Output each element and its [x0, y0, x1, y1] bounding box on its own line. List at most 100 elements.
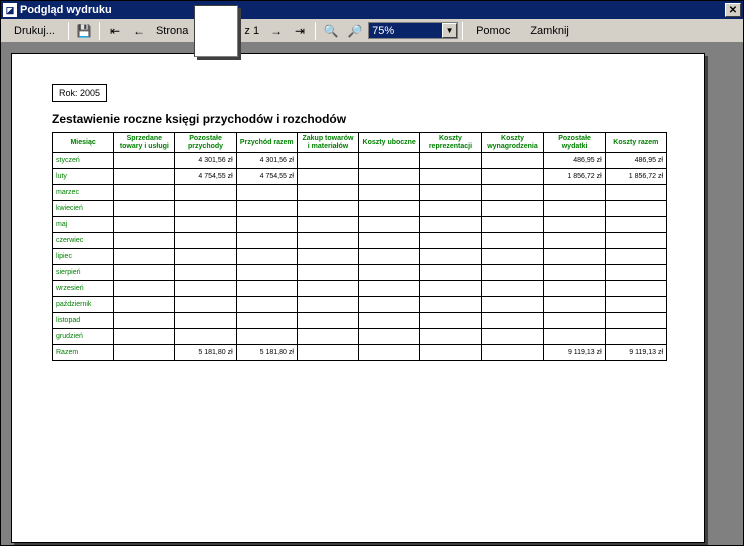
cell-value — [544, 281, 605, 297]
cell-value — [605, 201, 666, 217]
cell-value — [544, 201, 605, 217]
table-row: marzec — [53, 185, 667, 201]
cell-value — [236, 185, 297, 201]
cell-value — [420, 313, 481, 329]
print-button[interactable]: Drukuj... — [5, 22, 64, 40]
cell-value — [481, 249, 544, 265]
cell-value — [481, 217, 544, 233]
cell-value: 5 181,80 zł — [175, 345, 236, 361]
cell-value — [297, 233, 358, 249]
cell-value — [359, 201, 420, 217]
cell-value — [359, 345, 420, 361]
cell-value — [297, 185, 358, 201]
table-row: sierpień — [53, 265, 667, 281]
cell-value — [297, 345, 358, 361]
cell-value — [236, 201, 297, 217]
cell-value — [297, 329, 358, 345]
cell-value — [175, 185, 236, 201]
zoom-select[interactable]: 75% ▼ — [368, 22, 458, 39]
print-preview-window: ◪ Podgląd wydruku ✕ Drukuj... 💾 ⇤ ← Stro… — [0, 0, 744, 546]
zoom-in-icon[interactable]: 🔍 — [320, 21, 342, 41]
cell-month: luty — [53, 169, 114, 185]
cell-month: maj — [53, 217, 114, 233]
table-row: listopad — [53, 313, 667, 329]
cell-value — [544, 249, 605, 265]
table-row: maj — [53, 217, 667, 233]
cell-value — [297, 249, 358, 265]
cell-value — [359, 249, 420, 265]
cell-value — [420, 329, 481, 345]
table-row: październik — [53, 297, 667, 313]
cell-value — [605, 185, 666, 201]
last-page-icon[interactable]: ⇥ — [289, 21, 311, 41]
cell-value — [605, 233, 666, 249]
cell-month: lipiec — [53, 249, 114, 265]
cell-value — [175, 329, 236, 345]
cell-value — [481, 153, 544, 169]
cell-value — [481, 169, 544, 185]
col-month: Miesiąc — [53, 133, 114, 153]
cell-value: 486,95 zł — [605, 153, 666, 169]
col-other-exp: Pozostałe wydatki — [544, 133, 605, 153]
close-button[interactable]: ✕ — [725, 3, 741, 17]
cell-value — [297, 153, 358, 169]
cell-value — [420, 201, 481, 217]
cell-value: 1 856,72 zł — [544, 169, 605, 185]
table-row: styczeń4 301,56 zł4 301,56 zł486,95 zł48… — [53, 153, 667, 169]
cell-value — [114, 153, 175, 169]
cell-value — [481, 265, 544, 281]
cell-value — [359, 169, 420, 185]
page-label: Strona — [152, 25, 192, 37]
table-row: luty4 754,55 zł4 754,55 zł1 856,72 zł1 8… — [53, 169, 667, 185]
separator — [99, 22, 100, 40]
prev-page-icon[interactable]: ← — [128, 21, 150, 41]
cell-value — [481, 345, 544, 361]
page-input[interactable] — [194, 5, 238, 57]
cell-value — [236, 265, 297, 281]
cell-value — [481, 201, 544, 217]
cell-value — [114, 249, 175, 265]
app-icon: ◪ — [3, 3, 17, 17]
first-page-icon[interactable]: ⇤ — [104, 21, 126, 41]
cell-value — [420, 297, 481, 313]
zoom-out-icon[interactable]: 🔎 — [344, 21, 366, 41]
separator — [462, 22, 463, 40]
cell-value — [236, 249, 297, 265]
cell-value — [420, 169, 481, 185]
cell-month: październik — [53, 297, 114, 313]
save-icon[interactable]: 💾 — [73, 21, 95, 41]
preview-area[interactable]: Rok: 2005 Zestawienie roczne księgi przy… — [1, 43, 743, 545]
cell-value — [605, 281, 666, 297]
col-purchase: Zakup towarów i materiałów — [297, 133, 358, 153]
cell-value — [605, 217, 666, 233]
cell-value — [114, 265, 175, 281]
toolbar: Drukuj... 💾 ⇤ ← Strona z 1 → ⇥ 🔍 🔎 75% ▼… — [1, 19, 743, 43]
cell-value — [236, 329, 297, 345]
cell-value — [236, 233, 297, 249]
table-row: czerwiec — [53, 233, 667, 249]
cell-value — [481, 329, 544, 345]
cell-value — [175, 233, 236, 249]
help-button[interactable]: Pomoc — [467, 22, 519, 40]
titlebar: ◪ Podgląd wydruku ✕ — [1, 1, 743, 19]
cell-value — [420, 153, 481, 169]
cell-month: sierpień — [53, 265, 114, 281]
cell-value — [114, 345, 175, 361]
cell-value — [359, 265, 420, 281]
cell-value — [481, 281, 544, 297]
zoom-value: 75% — [372, 25, 394, 37]
cell-value — [359, 185, 420, 201]
cell-value — [175, 217, 236, 233]
cell-value — [114, 297, 175, 313]
cell-value — [481, 233, 544, 249]
cell-value — [114, 281, 175, 297]
cell-value — [114, 169, 175, 185]
cell-value — [605, 297, 666, 313]
col-rep-costs: Koszty reprezentacji — [420, 133, 481, 153]
next-page-icon[interactable]: → — [265, 21, 287, 41]
cell-month: styczeń — [53, 153, 114, 169]
cell-month: listopad — [53, 313, 114, 329]
cell-value: 5 181,80 zł — [236, 345, 297, 361]
cell-value — [481, 313, 544, 329]
close-preview-button[interactable]: Zamknij — [521, 22, 578, 40]
